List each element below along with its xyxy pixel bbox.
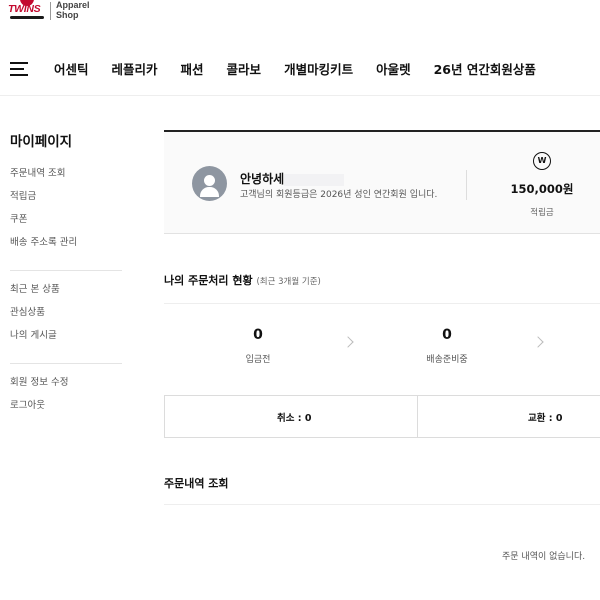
chevron-right-icon xyxy=(342,336,354,348)
cancel-exchange-box: 취소 : 0 교환 : 0 xyxy=(164,395,600,438)
mypage-sidebar: 마이페이지 주문내역 조회 적립금 쿠폰 배송 주소록 관리 최근 본 상품 관… xyxy=(10,130,122,445)
cancel-count[interactable]: 취소 : 0 xyxy=(277,410,312,424)
points-label: 적립금 xyxy=(530,208,554,218)
sidebar-group-activity: 최근 본 상품 관심상품 나의 게시글 xyxy=(10,283,122,364)
sidebar-item-points[interactable]: 적립금 xyxy=(10,190,122,213)
site-logo[interactable]: TWINS Apparel Shop xyxy=(8,0,118,24)
nav-item-collab[interactable]: 콜라보 xyxy=(227,59,262,78)
logo-text: Apparel Shop xyxy=(56,0,90,20)
points-value: 150,000원 xyxy=(510,182,574,196)
chevron-right-icon xyxy=(532,336,544,348)
exchange-count[interactable]: 교환 : 0 xyxy=(528,410,563,424)
site-header: TWINS Apparel Shop 어센틱 레플리카 패션 콜라보 개별마킹키… xyxy=(0,0,600,96)
status-awaiting-payment[interactable]: 0 입금전 xyxy=(208,327,308,365)
profile-divider xyxy=(466,170,467,200)
status-label: 입금전 xyxy=(245,355,271,365)
logo-divider xyxy=(50,2,51,20)
empty-orders-message: 주문 내역이 없습니다. xyxy=(502,552,586,562)
sidebar-group-orders: 주문내역 조회 적립금 쿠폰 배송 주소록 관리 xyxy=(10,167,122,271)
nav-item-annual-member[interactable]: 26년 연간회원상품 xyxy=(434,59,536,78)
sidebar-item-logout[interactable]: 로그아웃 xyxy=(10,399,122,422)
orders-section-title: 주문내역 조회 xyxy=(164,477,229,490)
mypage-main: 안녕하세 고객님의 회원등급은 2026년 성인 연간회원 입니다. W 150… xyxy=(164,130,600,562)
status-count: 0 xyxy=(253,327,263,343)
member-grade-text: 고객님의 회원등급은 2026년 성인 연간회원 입니다. xyxy=(240,190,438,200)
hamburger-menu-icon[interactable] xyxy=(10,61,30,77)
sidebar-item-recently-viewed[interactable]: 최근 본 상품 xyxy=(10,283,122,306)
status-divider xyxy=(164,303,600,304)
nav-item-authentic[interactable]: 어센틱 xyxy=(54,59,89,78)
won-coin-icon: W xyxy=(533,152,551,170)
nav-item-outlet[interactable]: 아울렛 xyxy=(376,59,411,78)
member-profile-box: 안녕하세 고객님의 회원등급은 2026년 성인 연간회원 입니다. W 150… xyxy=(164,130,600,234)
sidebar-title: 마이페이지 xyxy=(10,134,73,150)
sidebar-group-account: 회원 정보 수정 로그아웃 xyxy=(10,376,122,433)
main-nav: 어센틱 레플리카 패션 콜라보 개별마킹키트 아울렛 26년 연간회원상품 xyxy=(54,59,559,78)
sidebar-item-edit-profile[interactable]: 회원 정보 수정 xyxy=(10,376,122,399)
sidebar-item-coupons[interactable]: 쿠폰 xyxy=(10,213,122,236)
status-label: 배송준비중 xyxy=(426,355,468,365)
sidebar-item-address-book[interactable]: 배송 주소록 관리 xyxy=(10,236,122,259)
sidebar-item-order-history[interactable]: 주문내역 조회 xyxy=(10,167,122,190)
cancel-exchange-divider xyxy=(417,396,418,437)
nav-item-marking-kit[interactable]: 개별마킹키트 xyxy=(284,59,353,78)
points-summary[interactable]: W 150,000원 적립금 xyxy=(502,152,582,218)
nav-item-replica[interactable]: 레플리카 xyxy=(112,59,158,78)
status-count: 0 xyxy=(442,327,452,343)
nav-item-fashion[interactable]: 패션 xyxy=(181,59,204,78)
twins-logo-icon: TWINS xyxy=(8,0,46,22)
redacted-username xyxy=(284,173,345,186)
avatar xyxy=(192,166,227,201)
sidebar-item-my-posts[interactable]: 나의 게시글 xyxy=(10,329,122,352)
sidebar-item-wishlist[interactable]: 관심상품 xyxy=(10,306,122,329)
orders-divider xyxy=(164,504,600,505)
order-status-title: 나의 주문처리 현황 (최근 3개월 기준) xyxy=(164,274,321,287)
status-preparing-shipment[interactable]: 0 배송준비중 xyxy=(397,327,497,365)
greeting: 안녕하세 xyxy=(240,170,345,187)
